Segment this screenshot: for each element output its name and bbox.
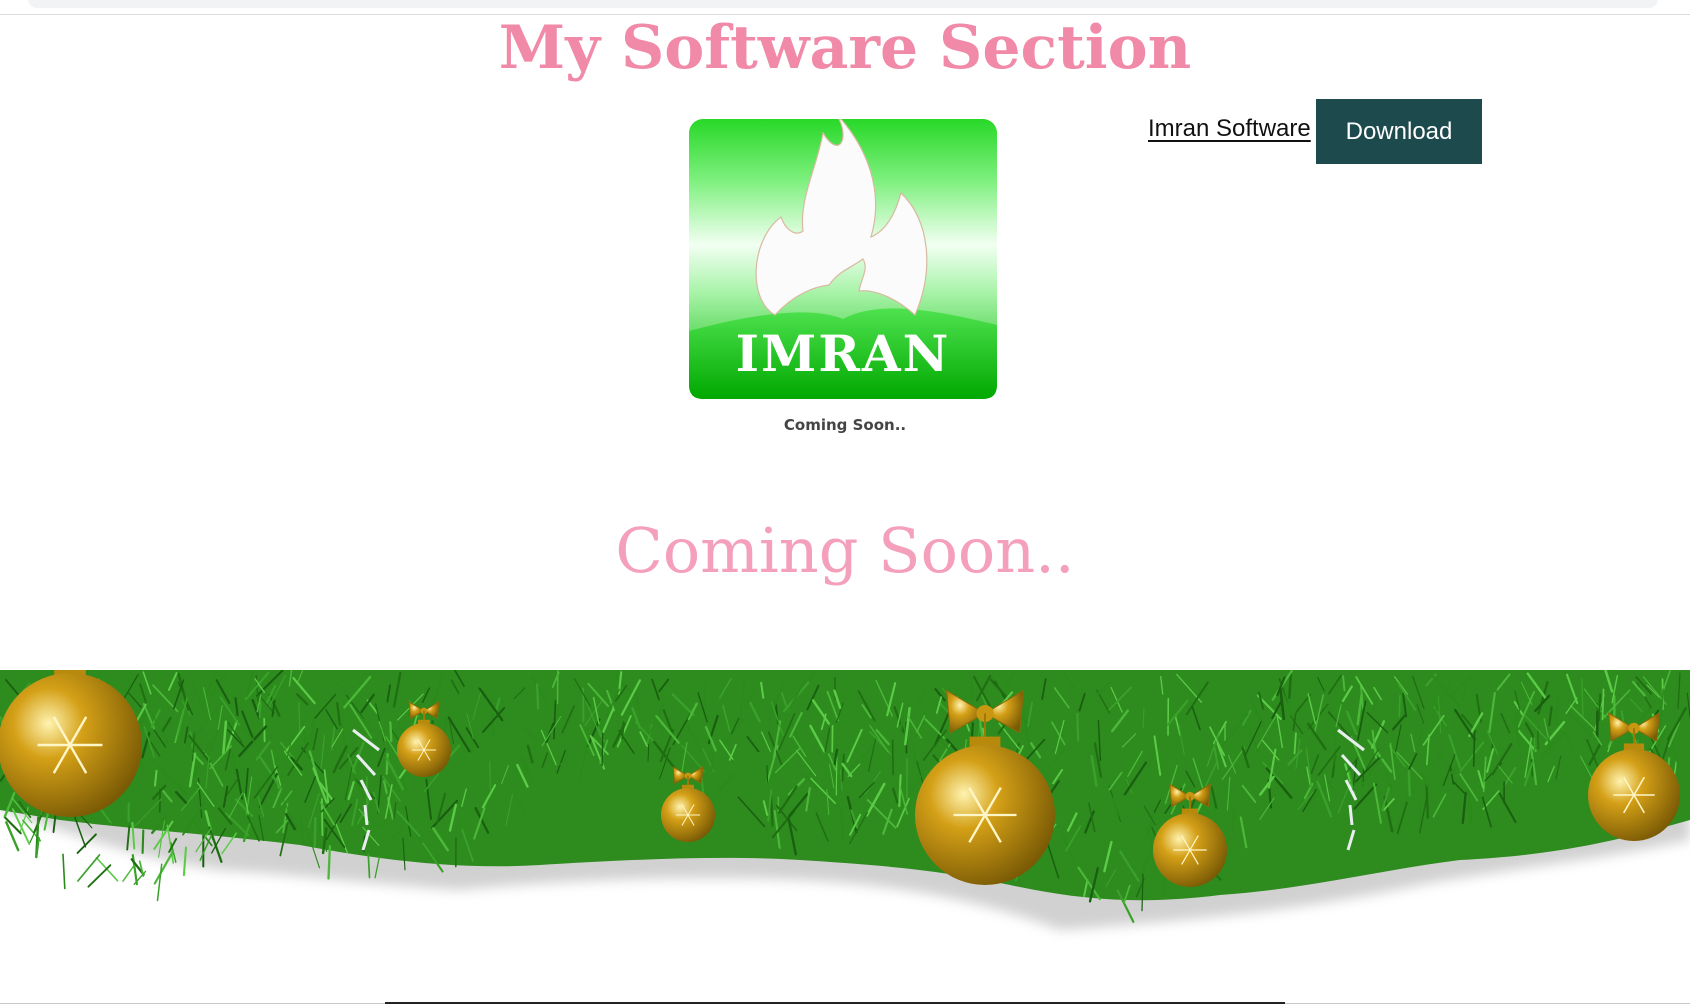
- imran-logo-image: IMRAN: [689, 119, 997, 399]
- horizontal-scrollbar[interactable]: [385, 1002, 1285, 1004]
- page-title: My Software Section: [498, 13, 1192, 83]
- address-bar[interactable]: [28, 0, 1658, 8]
- christmas-garland: [0, 670, 1690, 960]
- imran-logo-text: IMRAN: [736, 324, 951, 383]
- nav-link-imran-software[interactable]: Imran Software: [1148, 115, 1311, 143]
- christmas-garland-image: [0, 670, 1690, 930]
- coming-soon-heading: Coming Soon..: [615, 514, 1075, 587]
- logo-caption: Coming Soon..: [783, 416, 907, 434]
- imran-logo: IMRAN: [689, 119, 997, 399]
- download-button[interactable]: Download: [1316, 99, 1482, 164]
